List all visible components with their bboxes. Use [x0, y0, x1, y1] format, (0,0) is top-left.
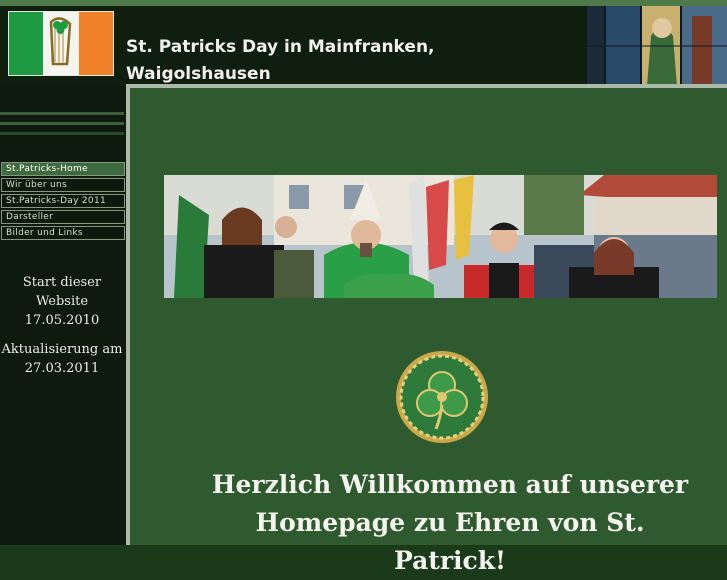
parade-photo	[164, 175, 717, 298]
update-date: 27.03.2011	[24, 361, 100, 376]
site-title: St. Patricks Day in Mainfranken, Waigols…	[126, 34, 466, 88]
website-start-info: Start dieser Website 17.05.2010	[0, 273, 124, 330]
site-title-line1: St. Patricks Day in Mainfranken,	[126, 37, 435, 57]
start-date: 17.05.2010	[24, 313, 100, 328]
sidebar-divider	[0, 122, 124, 125]
nav-item-performers[interactable]: Darsteller	[1, 210, 125, 224]
welcome-line1: Herzlich Willkommen auf unserer	[211, 470, 689, 499]
sidebar-divider	[0, 112, 124, 115]
update-label: Aktualisierung am	[1, 342, 123, 357]
welcome-heading: Herzlich Willkommen auf unserer Homepage…	[200, 466, 700, 580]
sidebar: Start dieser Website 17.05.2010 Aktualis…	[0, 86, 126, 545]
site-header: St. Patricks Day in Mainfranken, Waigols…	[0, 6, 727, 86]
nav-item-about[interactable]: Wir über uns	[1, 178, 125, 192]
main-content: Herzlich Willkommen auf unserer Homepage…	[130, 88, 727, 575]
nav-item-stpatricks-2011[interactable]: St.Patricks-Day 2011	[1, 194, 125, 208]
start-label: Start dieser Website	[22, 275, 102, 309]
nav-item-home[interactable]: St.Patricks-Home	[1, 162, 125, 176]
sidebar-divider	[0, 132, 124, 135]
irish-flag-icon	[8, 11, 114, 76]
celtic-shamrock-emblem-icon	[396, 351, 488, 443]
main-nav: St.Patricks-Home Wir über uns St.Patrick…	[1, 162, 125, 242]
welcome-line2: Homepage zu Ehren von St. Patrick!	[255, 508, 645, 575]
nav-item-pictures-links[interactable]: Bilder und Links	[1, 226, 125, 240]
stained-glass-window-image	[587, 6, 727, 86]
update-info: Aktualisierung am 27.03.2011	[0, 340, 124, 378]
